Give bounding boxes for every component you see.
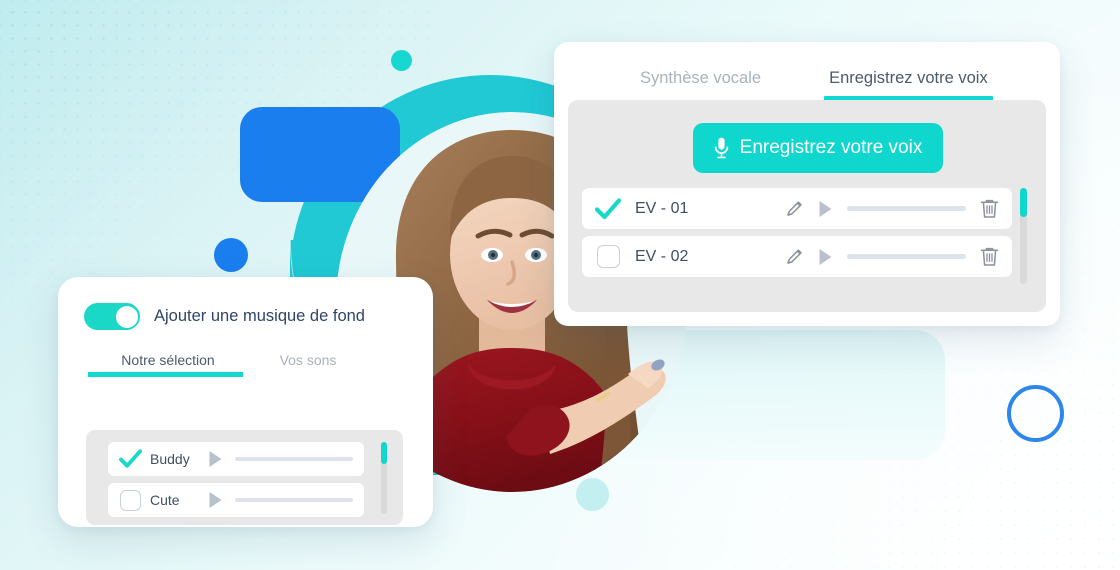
background-music-label: Ajouter une musique de fond bbox=[154, 307, 365, 325]
play-icon[interactable] bbox=[818, 248, 833, 266]
checkbox-box bbox=[596, 245, 620, 268]
recording-name: EV - 01 bbox=[635, 199, 689, 217]
teal-dot-shape bbox=[391, 50, 412, 71]
checkbox-checked-icon[interactable] bbox=[595, 196, 621, 222]
active-tab-underline bbox=[88, 372, 243, 377]
recordings-scrollbar-thumb[interactable] bbox=[1020, 188, 1027, 217]
sounds-scrollbar-thumb[interactable] bbox=[381, 442, 387, 464]
tab-record-your-voice[interactable]: Enregistrez votre voix bbox=[824, 69, 993, 103]
record-voice-button-label: Enregistrez votre voix bbox=[739, 137, 923, 158]
toggle-knob bbox=[115, 305, 138, 328]
playback-progress-bar[interactable] bbox=[235, 457, 353, 461]
recording-row[interactable]: EV - 02 bbox=[582, 236, 1012, 277]
checkbox-box bbox=[120, 489, 141, 511]
recording-row[interactable]: EV - 01 bbox=[582, 188, 1012, 229]
music-card-body: Buddy Cute bbox=[86, 430, 403, 525]
trash-icon[interactable] bbox=[980, 246, 999, 267]
music-card-tabs: Notre sélection Vos sons bbox=[88, 352, 388, 377]
playback-progress-bar[interactable] bbox=[847, 254, 966, 259]
background-music-toggle[interactable] bbox=[84, 303, 140, 330]
record-voice-button[interactable]: Enregistrez votre voix bbox=[693, 123, 943, 173]
microphone-icon bbox=[714, 137, 729, 159]
tab-your-sounds[interactable]: Vos sons bbox=[248, 352, 368, 377]
sound-row[interactable]: Cute bbox=[108, 483, 364, 517]
sound-name: Cute bbox=[150, 492, 180, 508]
pencil-icon[interactable] bbox=[785, 247, 804, 266]
play-icon[interactable] bbox=[208, 450, 223, 468]
checkbox-checked-icon[interactable] bbox=[119, 448, 142, 471]
play-icon[interactable] bbox=[818, 200, 833, 218]
trash-icon[interactable] bbox=[980, 198, 999, 219]
play-icon[interactable] bbox=[208, 491, 223, 509]
sound-name: Buddy bbox=[150, 451, 190, 467]
blue-dot-shape bbox=[214, 238, 248, 272]
sound-row[interactable]: Buddy bbox=[108, 442, 364, 476]
background-music-toggle-row: Ajouter une musique de fond bbox=[58, 277, 433, 330]
background-music-card: Ajouter une musique de fond Notre sélect… bbox=[58, 277, 433, 527]
sounds-scrollbar[interactable] bbox=[381, 442, 387, 514]
voice-card-body: Enregistrez votre voix EV - 01 EV - 02 bbox=[568, 100, 1046, 312]
voice-recording-card: Synthèse vocale Enregistrez votre voix E… bbox=[554, 42, 1060, 326]
sounds-list: Buddy Cute bbox=[108, 442, 364, 524]
recording-name: EV - 02 bbox=[635, 247, 689, 265]
checkbox-unchecked-icon[interactable] bbox=[119, 489, 142, 512]
checkbox-unchecked-icon[interactable] bbox=[595, 244, 621, 270]
recordings-list: EV - 01 EV - 02 bbox=[582, 188, 1012, 284]
playback-progress-bar[interactable] bbox=[847, 206, 966, 211]
tab-text-to-speech[interactable]: Synthèse vocale bbox=[640, 69, 761, 97]
playback-progress-bar[interactable] bbox=[235, 498, 353, 502]
recordings-scrollbar[interactable] bbox=[1020, 188, 1027, 284]
voice-card-tabs: Synthèse vocale Enregistrez votre voix bbox=[554, 42, 1060, 103]
illustration-canvas: Synthèse vocale Enregistrez votre voix E… bbox=[0, 0, 1120, 570]
blue-ring-shape bbox=[1007, 385, 1064, 442]
pale-teal-dot-shape bbox=[576, 478, 609, 511]
pencil-icon[interactable] bbox=[785, 199, 804, 218]
